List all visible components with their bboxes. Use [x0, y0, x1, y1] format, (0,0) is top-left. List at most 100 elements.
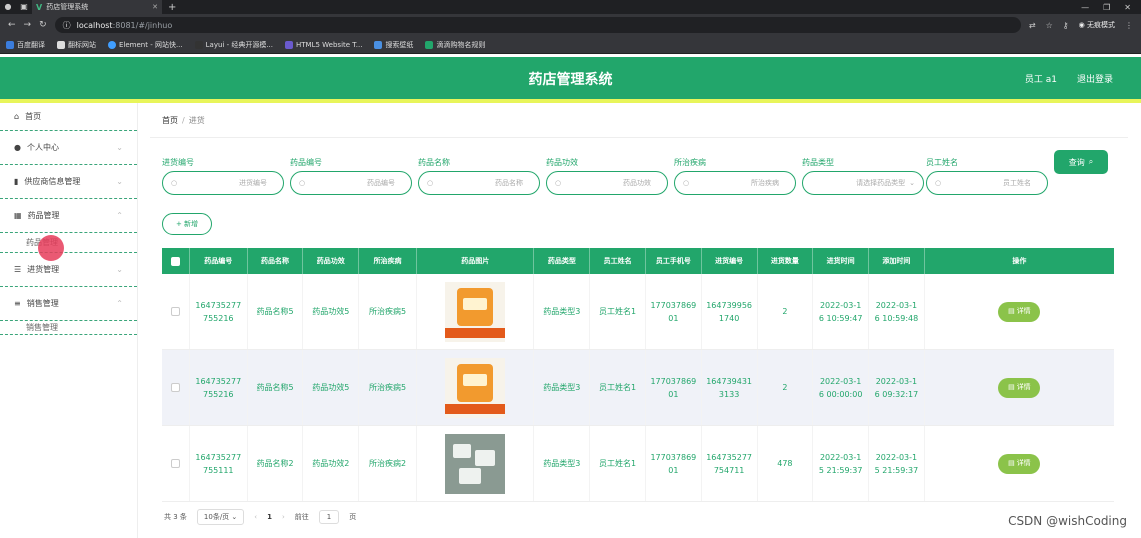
sidebar-item-sales[interactable]: ≡ 销售管理 ⌃ — [0, 287, 137, 321]
employee-name-input[interactable]: ○ 员工姓名 — [926, 171, 1048, 195]
detail-button[interactable]: ▤ 详情 — [998, 377, 1041, 398]
close-tab-icon[interactable]: ✕ — [152, 3, 158, 11]
url-field[interactable]: ⓘ localhost:8081/#/jinhuo — [54, 17, 1021, 33]
monitor-icon: ▦ — [14, 211, 22, 220]
cell-purchase-qty: 2 — [758, 350, 814, 425]
column-header: 药品图片 — [417, 248, 535, 274]
detail-button[interactable]: ▤ 详情 — [998, 453, 1041, 474]
back-icon[interactable]: ← — [8, 20, 16, 30]
close-window-icon[interactable]: ✕ — [1124, 3, 1131, 12]
sidebar-item-home[interactable]: ⌂ 首页 — [0, 103, 137, 131]
sidebar-subitem-sales[interactable]: 销售管理 — [0, 321, 137, 335]
input-placeholder: 所治疾病 — [751, 179, 779, 187]
medicine-effect-input[interactable]: ○ 药品功效 — [546, 171, 668, 195]
column-header: 药品名称 — [248, 248, 304, 274]
bookmark-label: 翻标网站 — [68, 40, 96, 49]
sliders-icon: ≡ — [14, 299, 21, 308]
page-size-select[interactable]: 10条/页 ⌄ — [196, 509, 245, 525]
browser-tab[interactable]: V 药店管理系统 ✕ — [32, 0, 162, 14]
medicine-image[interactable] — [445, 433, 506, 494]
medicine-no-input[interactable]: ○ 药品编号 — [290, 171, 412, 195]
filter-medicine-no: 药品编号 ○ 药品编号 — [290, 157, 412, 195]
filter-medicine-type: 药品类型 请选择药品类型 ⌄ — [802, 157, 924, 195]
window-controls: — ❐ ✕ — [1081, 3, 1141, 12]
add-button[interactable]: + 新增 — [162, 213, 212, 235]
medicine-image[interactable] — [445, 357, 506, 418]
incognito-badge[interactable]: ◉ 无痕模式 — [1079, 20, 1115, 30]
chevron-down-icon: ⌄ — [116, 265, 123, 274]
sidebar-item-supplier[interactable]: ▮ 供应商信息管理 ⌄ — [0, 165, 137, 199]
goto-page-input[interactable]: 1 — [318, 510, 340, 524]
medicine-name-input[interactable]: ○ 药品名称 — [418, 171, 540, 195]
browser-menu-icon[interactable]: ● — [0, 0, 16, 14]
star-icon[interactable]: ☆ — [1046, 21, 1053, 30]
select-all-cell — [162, 248, 190, 274]
select-all-checkbox[interactable] — [170, 256, 180, 266]
sidebar-item-label: 销售管理 — [26, 323, 58, 332]
breadcrumb: 首页 / 进货 — [162, 115, 205, 126]
bookmark-item[interactable]: 搜索壁纸 — [374, 40, 413, 50]
purchase-no-input[interactable]: ○ 进货编号 — [162, 171, 284, 195]
user-icon: ● — [14, 143, 21, 152]
watermark: CSDN @wishCoding — [1008, 514, 1127, 528]
minimize-icon[interactable]: — — [1081, 3, 1089, 12]
bookmark-item[interactable]: Element - 网站快... — [108, 40, 183, 50]
bookmark-icon — [194, 40, 203, 49]
table-row: 164735277 755111 药品名称2 药品功效2 所治疾病2 药品类型3… — [162, 426, 1114, 502]
cell-purchase-time: 2022-03-1 5 21:59:37 — [813, 426, 870, 501]
key-icon[interactable]: ⚷ — [1063, 21, 1069, 30]
bookmark-label: HTML5 Website T... — [296, 40, 363, 49]
breadcrumb-home[interactable]: 首页 — [162, 116, 178, 125]
input-placeholder: 药品编号 — [367, 179, 395, 187]
restore-icon[interactable]: ❐ — [1103, 3, 1110, 12]
address-bar-row: ← → ↻ ⓘ localhost:8081/#/jinhuo ⇄ ☆ ⚷ ◉ … — [0, 14, 1141, 36]
row-checkbox[interactable] — [170, 383, 180, 392]
bookmark-icon — [6, 40, 14, 49]
table-row: 164735277 755216 药品名称5 药品功效5 所治疾病5 药品类型3… — [162, 274, 1114, 350]
cell-medicine-type: 药品类型3 — [534, 426, 591, 501]
browser-more-icon[interactable]: ⋮ — [1125, 21, 1133, 30]
add-button-label: 新增 — [184, 220, 199, 228]
search-button[interactable]: 查询 ⌕ — [1054, 150, 1108, 174]
translate-icon[interactable]: ⇄ — [1029, 21, 1036, 30]
column-header: 药品类型 — [534, 248, 591, 274]
sidebar-item-label: 供应商信息管理 — [24, 177, 81, 186]
cursor-click-indicator — [38, 235, 64, 261]
sidebar-item-medicine[interactable]: ▦ 药品管理 ⌃ — [0, 199, 137, 233]
sidebar-item-purchase[interactable]: ☰ 进货管理 ⌄ — [0, 253, 137, 287]
cell-medicine-effect: 药品功效2 — [303, 426, 360, 501]
bookmark-item[interactable]: Layui - 经典开源模... — [194, 40, 273, 50]
column-header: 员工手机号 — [646, 248, 702, 274]
bookmark-item[interactable]: 翻标网站 — [57, 40, 96, 50]
bookmarks-bar: 百度翻译 翻标网站 Element - 网站快... Layui - 经典开源模… — [0, 36, 1141, 54]
disease-input[interactable]: ○ 所治疾病 — [674, 171, 796, 195]
bookmark-item[interactable]: 滴滴购物名规则 — [425, 40, 485, 50]
cell-actions: ▤ 详情 — [925, 350, 1114, 425]
cell-medicine-no: 164735277 755216 — [190, 274, 248, 349]
logout-link[interactable]: 退出登录 — [1077, 72, 1113, 85]
reload-icon[interactable]: ↻ — [39, 20, 47, 30]
cell-actions: ▤ 详情 — [925, 274, 1114, 349]
row-checkbox[interactable] — [170, 307, 180, 316]
cell-medicine-type: 药品类型3 — [534, 350, 591, 425]
row-select-cell — [162, 350, 190, 425]
medicine-image[interactable] — [445, 281, 506, 342]
row-checkbox[interactable] — [170, 459, 180, 468]
new-tab-icon[interactable]: + — [168, 2, 176, 13]
detail-button[interactable]: ▤ 详情 — [998, 301, 1041, 322]
forward-icon[interactable]: → — [24, 20, 32, 30]
medicine-type-select[interactable]: 请选择药品类型 ⌄ — [802, 171, 924, 195]
prev-page-icon[interactable]: ‹ — [254, 513, 257, 521]
bookmark-item[interactable]: HTML5 Website T... — [285, 40, 363, 49]
column-header: 所治疾病 — [359, 248, 417, 274]
sidebar-item-profile[interactable]: ● 个人中心 ⌄ — [0, 131, 137, 165]
extension-icon[interactable]: ▣ — [16, 0, 32, 14]
bookmark-item[interactable]: 百度翻译 — [6, 40, 45, 50]
current-page[interactable]: 1 — [267, 513, 272, 521]
cell-employee-phone: 177037869 01 — [646, 426, 702, 501]
sidebar-subitem-medicine[interactable]: 药品管理 — [0, 233, 137, 253]
next-page-icon[interactable]: › — [282, 513, 285, 521]
chart-icon: ▮ — [14, 177, 19, 186]
bookmark-icon — [57, 40, 65, 49]
bookmark-icon — [425, 40, 434, 49]
